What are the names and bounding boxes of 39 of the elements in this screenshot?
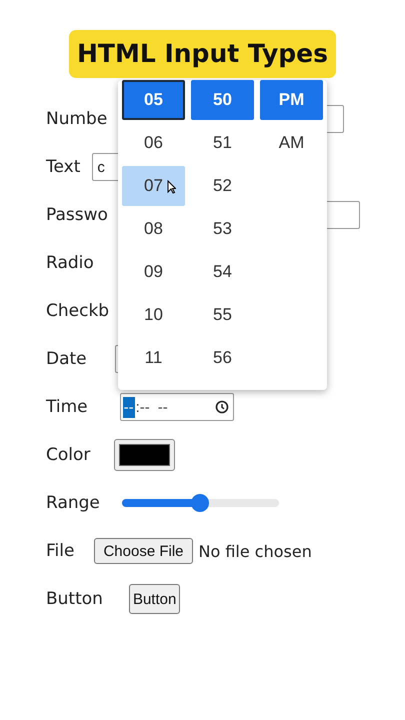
choose-file-button[interactable]: Choose File bbox=[94, 538, 192, 564]
field-label: Numbe bbox=[46, 109, 108, 129]
clock-icon[interactable] bbox=[214, 400, 229, 414]
field-label: Checkb bbox=[46, 301, 110, 321]
time-option[interactable]: 51 bbox=[191, 123, 254, 163]
time-option[interactable]: 52 bbox=[191, 166, 254, 206]
time-text: -- bbox=[156, 398, 169, 418]
time-text: :-- bbox=[134, 398, 151, 418]
time-option[interactable]: 09 bbox=[122, 252, 185, 292]
time-option[interactable]: PM bbox=[260, 80, 323, 120]
time-option[interactable]: 50 bbox=[191, 80, 254, 120]
field-label: Date bbox=[46, 349, 87, 369]
time-option[interactable]: 05 bbox=[122, 80, 185, 120]
time-option[interactable]: 54 bbox=[191, 252, 254, 292]
color-picker[interactable] bbox=[114, 439, 176, 471]
time-option[interactable]: AM bbox=[260, 123, 323, 163]
field-label: File bbox=[46, 541, 74, 561]
field-label: Text bbox=[46, 157, 80, 177]
time-option[interactable]: 07 bbox=[122, 166, 185, 206]
time-option[interactable]: 55 bbox=[191, 295, 254, 335]
field-value: c bbox=[97, 158, 105, 176]
file-status: No file chosen bbox=[198, 542, 312, 560]
field-label: Radio bbox=[46, 253, 94, 273]
range-slider[interactable] bbox=[122, 494, 279, 512]
page-title: HTML Input Types bbox=[68, 30, 336, 78]
field-label: Range bbox=[46, 493, 100, 513]
time-option[interactable]: 10 bbox=[122, 295, 185, 335]
time-option[interactable]: 08 bbox=[122, 209, 185, 249]
button[interactable]: Button bbox=[128, 584, 180, 614]
time-field[interactable]: --:-- -- bbox=[120, 393, 234, 421]
time-text: -- bbox=[122, 396, 135, 418]
cursor-icon bbox=[167, 180, 176, 194]
field-label: Button bbox=[46, 589, 103, 609]
time-option[interactable]: 11 bbox=[122, 338, 185, 378]
field-label: Time bbox=[46, 397, 88, 417]
time-option[interactable]: 53 bbox=[191, 209, 254, 249]
time-option[interactable]: 56 bbox=[191, 338, 254, 378]
field-label: Color bbox=[46, 445, 90, 465]
field-label: Passwo bbox=[46, 205, 108, 225]
